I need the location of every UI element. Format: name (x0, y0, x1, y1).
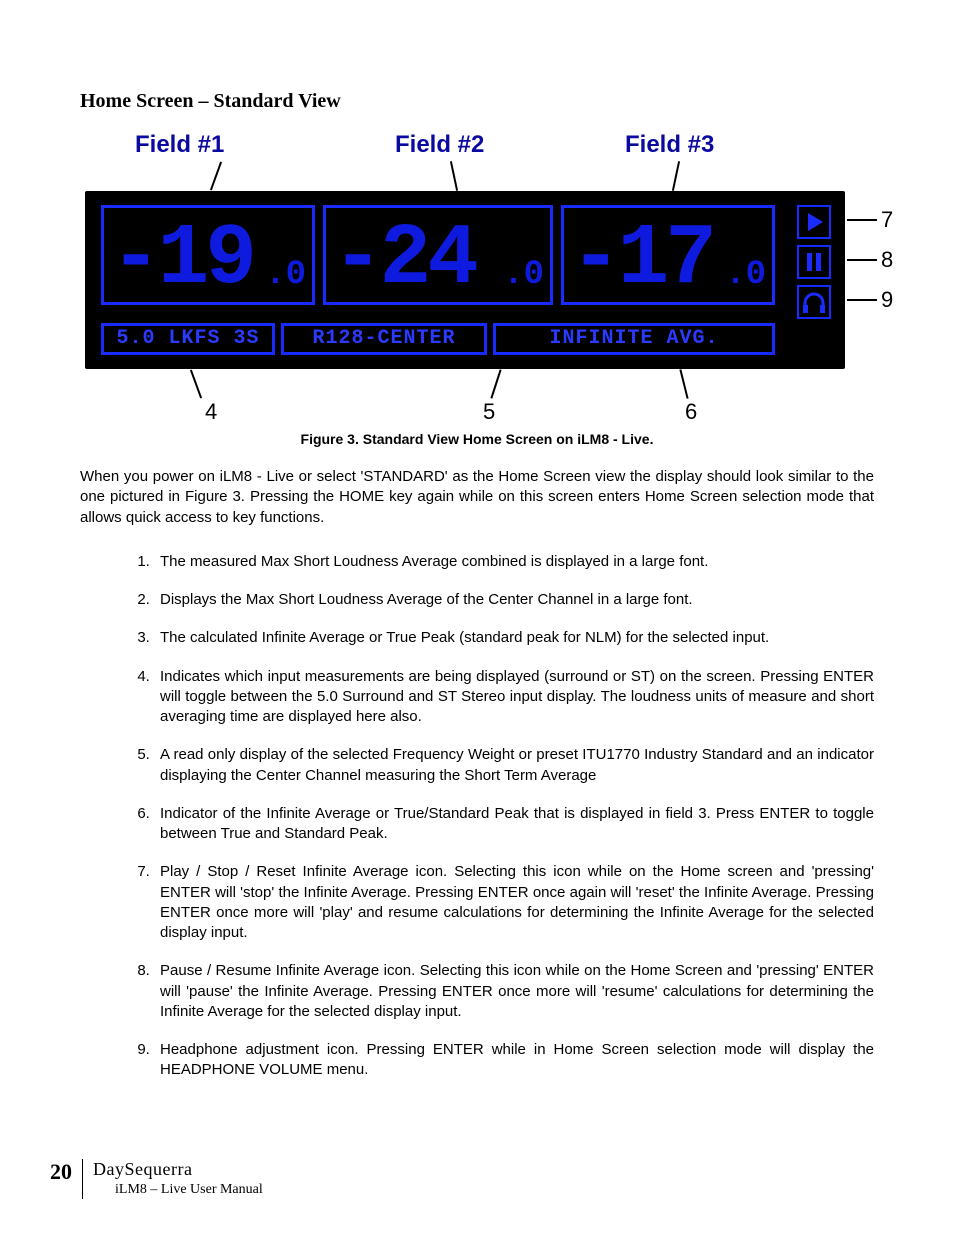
pause-icon (797, 245, 831, 279)
list-item: Displays the Max Short Loudness Average … (154, 590, 874, 610)
footer-divider (82, 1159, 83, 1199)
info-box-4: 5.0 LKFS 3S (101, 323, 275, 355)
callout-9: 9 (881, 287, 893, 313)
field-1-box: -19 .0 (101, 205, 315, 305)
field-2-decimal: .0 (503, 256, 544, 294)
figure-caption: Figure 3. Standard View Home Screen on i… (80, 431, 874, 447)
callout-5: 5 (483, 399, 495, 425)
callout-8: 8 (881, 247, 893, 273)
info-box-6: INFINITE AVG. (493, 323, 775, 355)
page-footer: 20 DaySequerra iLM8 – Live User Manual (50, 1159, 263, 1199)
callout-7: 7 (881, 207, 893, 233)
field-3-value: -17 (570, 210, 713, 308)
list-item: Indicator of the Infinite Average or Tru… (154, 804, 874, 845)
section-heading: Home Screen – Standard View (80, 90, 874, 113)
field-2-label: Field #2 (395, 131, 484, 159)
list-item: A read only display of the selected Freq… (154, 745, 874, 786)
info-box-5: R128-CENTER (281, 323, 487, 355)
field-1-decimal: .0 (265, 256, 306, 294)
intro-paragraph: When you power on iLM8 - Live or select … (80, 467, 874, 528)
device-display: -19 .0 -24 .0 -17 .0 5.0 LKFS 3S R128-CE… (85, 191, 845, 369)
field-3-decimal: .0 (725, 256, 766, 294)
field-3-box: -17 .0 (561, 205, 775, 305)
numbered-list: The measured Max Short Loudness Average … (124, 552, 874, 1081)
headphone-icon (797, 285, 831, 319)
list-item: Pause / Resume Infinite Average icon. Se… (154, 961, 874, 1022)
list-item: The calculated Infinite Average or True … (154, 628, 874, 648)
list-item: Play / Stop / Reset Infinite Average ico… (154, 862, 874, 943)
brand-name: DaySequerra (93, 1159, 263, 1180)
field-2-value: -24 (332, 210, 475, 308)
play-icon (797, 205, 831, 239)
list-item: Headphone adjustment icon. Pressing ENTE… (154, 1040, 874, 1081)
callout-4: 4 (205, 399, 217, 425)
field-2-box: -24 .0 (323, 205, 553, 305)
page-number: 20 (50, 1159, 82, 1185)
field-3-label: Field #3 (625, 131, 714, 159)
list-item: Indicates which input measurements are b… (154, 667, 874, 728)
callout-6: 6 (685, 399, 697, 425)
field-1-value: -19 (110, 210, 253, 308)
field-1-label: Field #1 (135, 131, 224, 159)
figure: Field #1 Field #2 Field #3 -19 .0 -24 .0… (85, 131, 875, 425)
manual-name: iLM8 – Live User Manual (115, 1182, 263, 1198)
list-item: The measured Max Short Loudness Average … (154, 552, 874, 572)
